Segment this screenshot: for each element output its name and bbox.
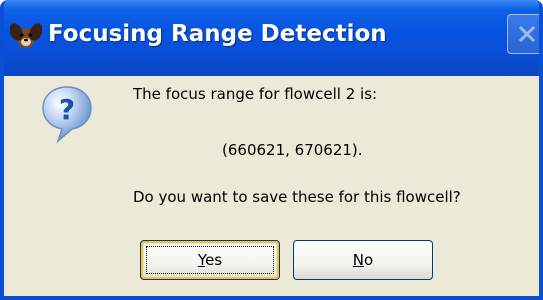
close-button[interactable] <box>507 14 539 54</box>
no-button-label: No <box>352 251 374 269</box>
message-line-1: The focus range for flowcell 2 is: <box>133 85 378 103</box>
message-line-2: (660621, 670621). <box>222 141 363 159</box>
window-title: Focusing Range Detection <box>48 21 387 47</box>
focus-ring <box>146 246 274 274</box>
yes-button[interactable]: Yes <box>140 240 280 280</box>
message-line-3: Do you want to save these for this flowc… <box>133 188 461 206</box>
question-icon: ? <box>40 84 94 144</box>
dialog-window: Focusing Range Detection ? The focus ran… <box>0 0 543 300</box>
no-button[interactable]: No <box>293 240 433 280</box>
close-icon <box>518 25 536 43</box>
svg-text:?: ? <box>59 93 75 126</box>
title-bar[interactable]: Focusing Range Detection <box>4 0 539 76</box>
dog-app-icon <box>9 20 43 52</box>
